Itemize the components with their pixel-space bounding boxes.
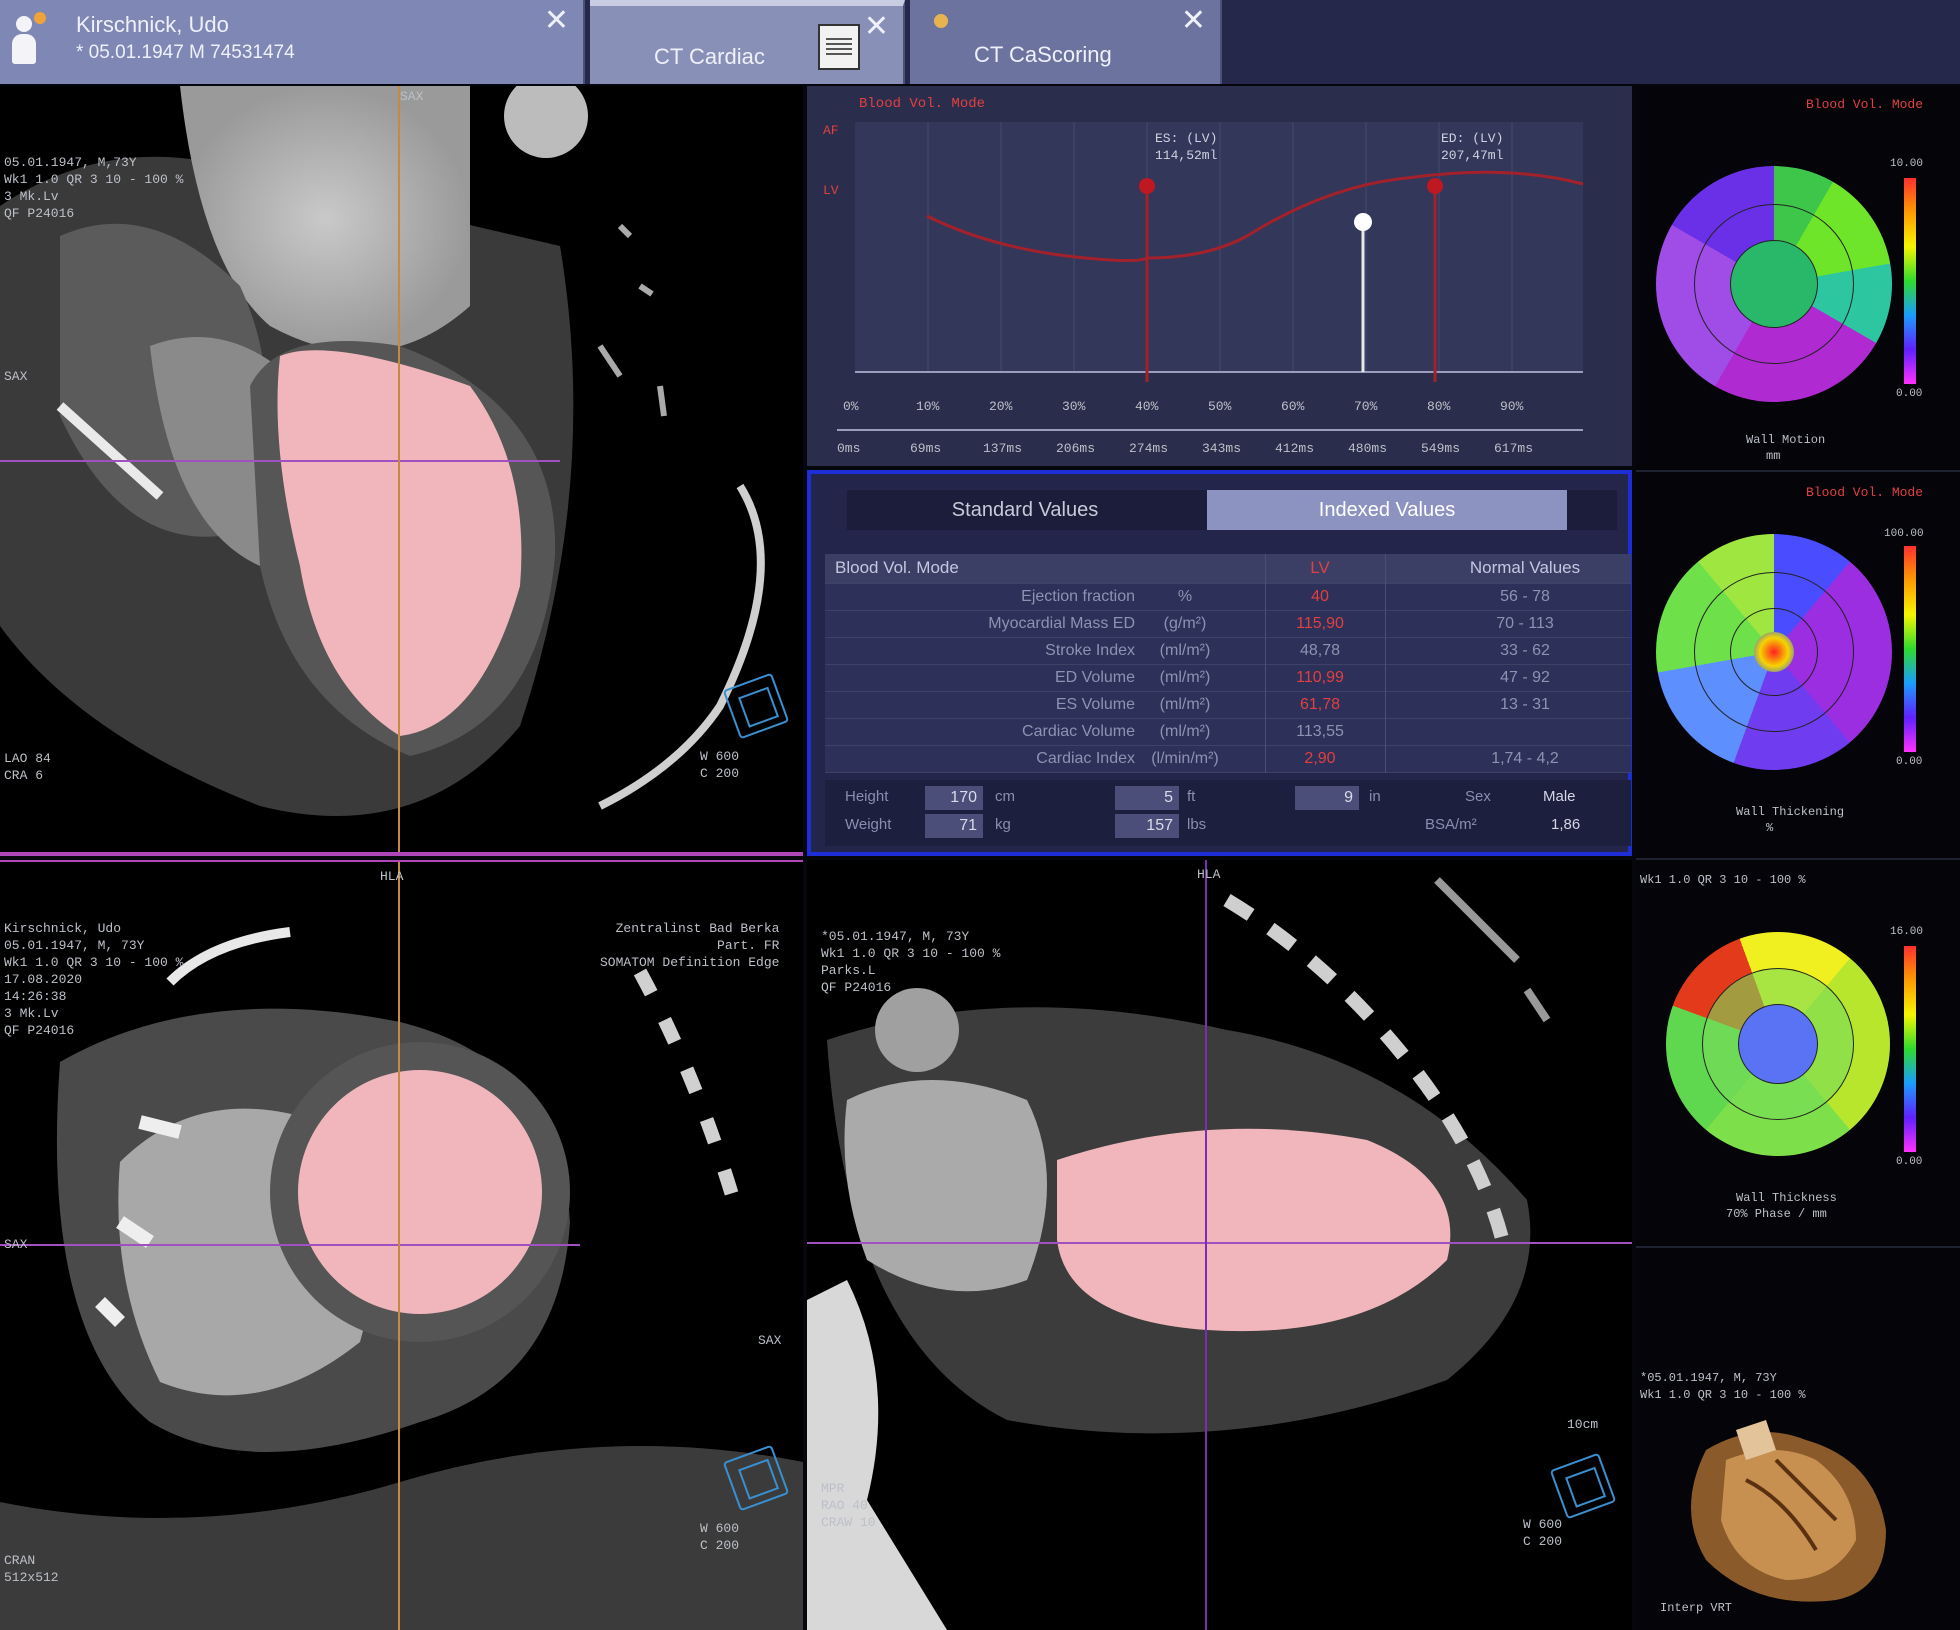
patient-info: * 05.01.1947 M 74531474 bbox=[76, 42, 295, 63]
table-row: Cardiac Index (l/min/m²) 2,90 1,74 - 4,2 bbox=[825, 746, 1631, 773]
table-row: Stroke Index (ml/m²) 48,78 33 - 62 bbox=[825, 638, 1631, 665]
tab-label: CT Cardiac bbox=[654, 44, 765, 69]
patient-icon bbox=[10, 12, 46, 66]
bsa-value: 1,86 bbox=[1551, 816, 1581, 833]
right-panel-column: Blood Vol. Mode 10.00 0.00 Wall Motion m… bbox=[1636, 86, 1960, 1630]
values-tabs: Standard Values Indexed Values bbox=[847, 490, 1617, 530]
bullseye-panel-wall-thickness[interactable]: Wk1 1.0 QR 3 10 - 100 % 16.00 0.00 Wall … bbox=[1636, 862, 1960, 1248]
lbs-input[interactable]: 157 bbox=[1115, 814, 1179, 838]
patient-tab-bar: Kirschnick, Udo * 05.01.1947 M 74531474 … bbox=[0, 0, 1960, 84]
table-row: Cardiac Volume (ml/m²) 113,55 bbox=[825, 719, 1631, 746]
close-icon[interactable]: ✕ bbox=[1181, 6, 1206, 36]
orientation-label: SAX bbox=[4, 369, 28, 384]
values-table: Blood Vol. Mode LV Normal Values Ejectio… bbox=[825, 554, 1631, 773]
color-scale-bar bbox=[1904, 946, 1916, 1152]
orientation-label: SAX bbox=[400, 89, 424, 104]
crosshair-vertical[interactable] bbox=[398, 862, 400, 1630]
crosshair-horizontal[interactable] bbox=[0, 460, 560, 462]
close-icon[interactable]: ✕ bbox=[544, 6, 569, 36]
table-row: ED Volume (ml/m²) 110,99 47 - 92 bbox=[825, 665, 1631, 692]
volume-rendering-panel[interactable]: *05.01.1947, M, 73Y Wk1 1.0 QR 3 10 - 100… bbox=[1636, 1250, 1960, 1630]
sex-value: Male bbox=[1543, 788, 1576, 805]
ct-viewport-four-chamber[interactable]: HLA *05.01.1947, M, 73Y Wk1 1.0 QR 3 10 -… bbox=[807, 860, 1632, 1630]
crosshair-horizontal[interactable] bbox=[807, 1242, 1632, 1244]
orientation-label: HLA bbox=[1197, 867, 1221, 882]
tab-indexed-values[interactable]: Indexed Values bbox=[1207, 490, 1567, 530]
crosshair-vertical[interactable] bbox=[1205, 860, 1207, 1630]
tab-ct-cascoring[interactable]: CT CaScoring ✕ bbox=[910, 0, 1222, 84]
color-scale-bar bbox=[1904, 546, 1916, 752]
table-header: Blood Vol. Mode LV Normal Values bbox=[825, 554, 1631, 584]
orientation-label: HLA bbox=[380, 869, 404, 884]
inch-input[interactable]: 9 bbox=[1295, 786, 1359, 810]
patient-measures: Height 170 cm Weight 71 kg 5 ft 157 lbs … bbox=[825, 780, 1631, 846]
tab-label: CT CaScoring bbox=[974, 42, 1112, 67]
table-row: ES Volume (ml/m²) 61,78 13 - 31 bbox=[825, 692, 1631, 719]
tab-standard-values[interactable]: Standard Values bbox=[847, 490, 1203, 530]
volume-curve-panel: Blood Vol. Mode AF LV ES: (LV) 114,52ml E… bbox=[807, 86, 1632, 466]
ventricle-values-panel: Standard Values Indexed Values Blood Vol… bbox=[807, 470, 1632, 856]
tab-ct-cardiac[interactable]: CT Cardiac ✕ bbox=[590, 0, 905, 84]
star-icon bbox=[934, 14, 948, 28]
ct-viewport-short-axis[interactable]: HLA Kirschnick, Udo 05.01.1947, M, 73Y Wk1… bbox=[0, 860, 803, 1630]
feet-input[interactable]: 5 bbox=[1115, 786, 1179, 810]
patient-tab[interactable]: Kirschnick, Udo * 05.01.1947 M 74531474 … bbox=[0, 0, 585, 84]
heart-3d-rendering[interactable] bbox=[1666, 1420, 1906, 1610]
weight-input[interactable]: 71 bbox=[925, 814, 983, 838]
table-body: Ejection fraction% 40 56 - 78 Myocardial M… bbox=[825, 554, 1631, 773]
bullseye-panel-wall-motion[interactable]: Blood Vol. Mode 10.00 0.00 Wall Motion m… bbox=[1636, 86, 1960, 472]
close-icon[interactable]: ✕ bbox=[864, 12, 889, 42]
table-row: Ejection fraction% 40 56 - 78 bbox=[825, 584, 1631, 611]
ct-viewport-long-axis[interactable]: SAX 05.01.1947, M,73Y Wk1 1.0 QR 3 10 - 1… bbox=[0, 86, 803, 856]
patient-name: Kirschnick, Udo bbox=[76, 12, 229, 37]
bullseye-panel-wall-thickening[interactable]: Blood Vol. Mode 100.00 0.00 Wall Thicken… bbox=[1636, 474, 1960, 860]
color-scale-bar bbox=[1904, 178, 1916, 384]
crosshair-vertical[interactable] bbox=[398, 86, 400, 852]
table-row: Myocardial Mass ED (g/m²) 115,90 70 - 113 bbox=[825, 611, 1631, 638]
height-input[interactable]: 170 bbox=[925, 786, 983, 810]
report-icon[interactable] bbox=[818, 24, 860, 70]
crosshair-horizontal[interactable] bbox=[0, 1244, 580, 1246]
